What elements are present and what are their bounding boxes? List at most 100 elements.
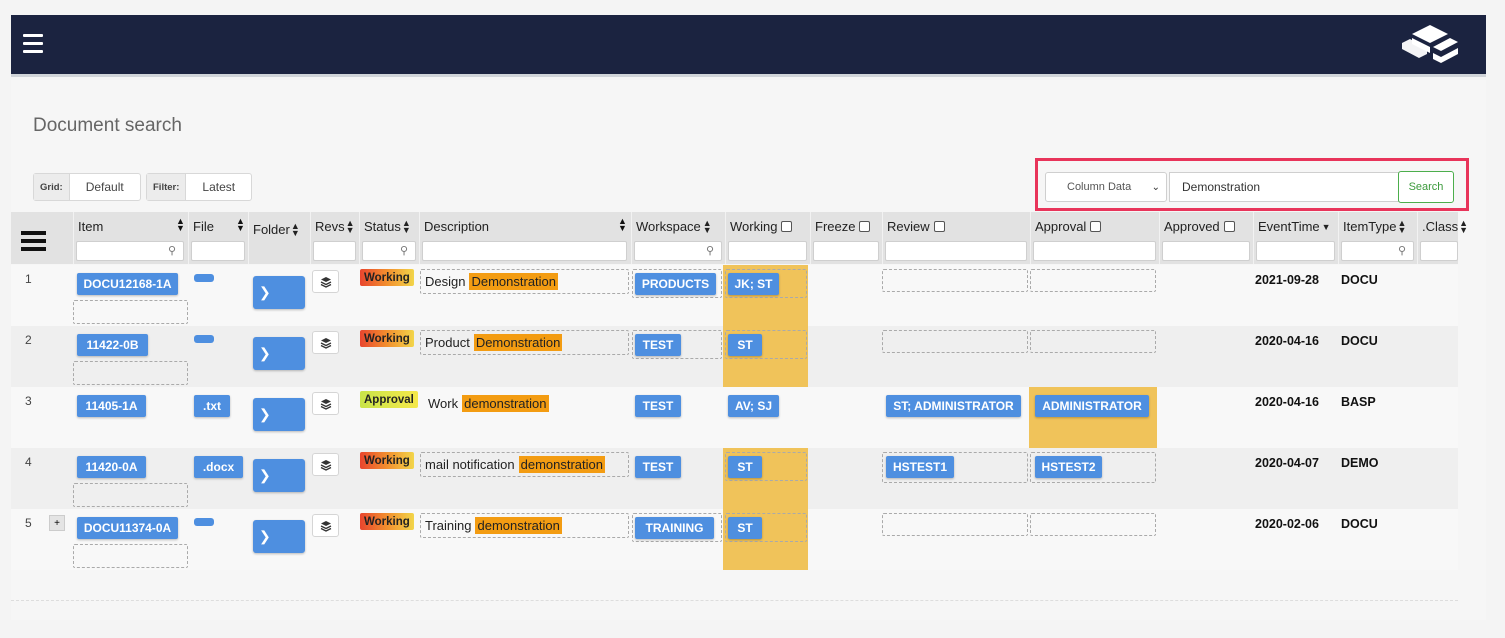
working-checkbox[interactable] — [781, 221, 793, 232]
column-approved[interactable]: Approved — [1159, 212, 1252, 264]
column-item[interactable]: Item ▲ ▼ ⚲ — [73, 212, 187, 264]
working-button[interactable]: AV; SJ — [728, 395, 779, 417]
revs-filter-input[interactable] — [313, 241, 356, 261]
approval-cell[interactable] — [1030, 513, 1156, 536]
workspace-button[interactable]: TEST — [635, 334, 681, 356]
expand-row-button[interactable]: + — [49, 515, 65, 531]
column-approval[interactable]: Approval — [1030, 212, 1158, 264]
eventtime-filter-input[interactable] — [1256, 241, 1335, 261]
approval-cell[interactable] — [1030, 269, 1156, 292]
sort-icon[interactable]: ▲ ▼ — [402, 218, 411, 234]
file-filter-input[interactable] — [191, 241, 245, 261]
revisions-button[interactable] — [312, 453, 339, 476]
item-button[interactable]: DOCU12168-1A — [77, 273, 178, 295]
table-row[interactable]: 2 11422-0B ❯ Working Product Demonstratio… — [11, 326, 1458, 387]
approval-button[interactable]: ADMINISTRATOR — [1035, 395, 1149, 417]
column-select[interactable]: Column Data ⌄ — [1045, 172, 1167, 202]
column-status[interactable]: Status ▲ ▼ ⚲ — [359, 212, 418, 264]
item-button[interactable]: 11420-0A — [77, 456, 146, 478]
folder-button[interactable]: ❯ — [253, 337, 305, 370]
sort-icon[interactable]: ▲ ▼ — [236, 217, 245, 233]
approved-filter-input[interactable] — [1162, 241, 1250, 261]
item-note-field[interactable] — [73, 361, 188, 385]
workspace-button[interactable]: PRODUCTS — [635, 273, 716, 295]
freeze-checkbox[interactable] — [859, 221, 871, 232]
revisions-button[interactable] — [312, 392, 339, 415]
item-button[interactable]: 11422-0B — [77, 334, 148, 356]
folder-button[interactable]: ❯ — [253, 398, 305, 431]
file-button[interactable] — [194, 274, 214, 282]
working-filter-input[interactable] — [728, 241, 807, 261]
workspace-filter-input[interactable]: ⚲ — [634, 241, 722, 261]
item-button[interactable]: DOCU11374-0A — [77, 517, 178, 539]
filter-selector[interactable]: Filter: Latest — [146, 173, 253, 201]
column-working[interactable]: Working — [725, 212, 809, 264]
filter-value[interactable]: Latest — [186, 174, 251, 200]
column-folder[interactable]: Folder ▲ ▼ — [248, 212, 309, 264]
working-button[interactable]: JK; ST — [728, 273, 779, 295]
review-cell[interactable] — [882, 330, 1028, 353]
revisions-button[interactable] — [312, 331, 339, 354]
table-row[interactable]: 3 11405-1A .txt ❯ Approval Work demonstra… — [11, 387, 1458, 448]
workspace-button[interactable]: TEST — [635, 395, 681, 417]
column-workspace[interactable]: Workspace ▲ ▼ ⚲ — [631, 212, 724, 264]
folder-button[interactable]: ❯ — [253, 276, 305, 309]
folder-button[interactable]: ❯ — [253, 520, 305, 553]
column-description[interactable]: Description ▲ ▼ — [419, 212, 630, 264]
workspace-button[interactable]: TEST — [635, 456, 681, 478]
approval-button[interactable]: HSTEST2 — [1035, 456, 1102, 478]
search-button[interactable]: Search — [1398, 171, 1454, 203]
column-freeze[interactable]: Freeze — [810, 212, 881, 264]
sort-desc-icon[interactable]: ▼ — [1322, 222, 1331, 232]
file-button[interactable]: .txt — [194, 395, 230, 417]
freeze-filter-input[interactable] — [813, 241, 879, 261]
column-eventtime[interactable]: EventTime ▼ — [1253, 212, 1337, 264]
review-cell[interactable] — [882, 269, 1028, 292]
file-button[interactable] — [194, 335, 214, 343]
sort-icon[interactable]: ▲ ▼ — [703, 218, 712, 234]
file-button[interactable] — [194, 518, 214, 526]
sort-icon[interactable]: ▲ ▼ — [291, 221, 300, 237]
item-note-field[interactable] — [73, 300, 188, 324]
cube-logo-icon[interactable] — [1400, 23, 1460, 70]
approved-checkbox[interactable] — [1223, 221, 1235, 232]
column-itemtype[interactable]: ItemType ▲ ▼ ⚲ — [1338, 212, 1416, 264]
approval-filter-input[interactable] — [1033, 241, 1156, 261]
folder-button[interactable]: ❯ — [253, 459, 305, 492]
review-cell[interactable] — [882, 513, 1028, 536]
status-filter-input[interactable]: ⚲ — [362, 241, 416, 261]
grid-selector[interactable]: Grid: Default — [33, 173, 141, 201]
sort-icon[interactable]: ▲ ▼ — [1397, 218, 1406, 234]
sort-icon[interactable]: ▲ ▼ — [1459, 218, 1468, 234]
item-note-field[interactable] — [73, 544, 188, 568]
search-input[interactable]: Demonstration — [1169, 172, 1399, 202]
grid-value[interactable]: Default — [70, 174, 140, 200]
approval-checkbox[interactable] — [1090, 221, 1102, 232]
description-filter-input[interactable] — [422, 241, 627, 261]
item-note-field[interactable] — [73, 483, 188, 507]
table-row[interactable]: 1 DOCU12168-1A ❯ Working Design Demonstra… — [11, 265, 1458, 326]
review-filter-input[interactable] — [885, 241, 1027, 261]
working-button[interactable]: ST — [728, 517, 762, 539]
item-filter-input[interactable]: ⚲ — [76, 241, 184, 261]
working-button[interactable]: ST — [728, 456, 762, 478]
itemtype-filter-input[interactable]: ⚲ — [1341, 241, 1414, 261]
column-menu-icon[interactable] — [21, 231, 46, 251]
revisions-button[interactable] — [312, 270, 339, 293]
working-button[interactable]: ST — [728, 334, 762, 356]
review-button[interactable]: ST; ADMINISTRATOR — [886, 395, 1021, 417]
sort-icon[interactable]: ▲ ▼ — [176, 217, 185, 233]
column-revs[interactable]: Revs ▲ ▼ — [310, 212, 358, 264]
column-class[interactable]: .Class ▲ ▼ — [1417, 212, 1468, 264]
class-filter-input[interactable] — [1420, 241, 1458, 261]
review-checkbox[interactable] — [933, 221, 945, 232]
approval-cell[interactable] — [1030, 330, 1156, 353]
file-button[interactable]: .docx — [194, 456, 243, 478]
review-button[interactable]: HSTEST1 — [886, 456, 954, 478]
column-file[interactable]: File ▲ ▼ — [188, 212, 247, 264]
sort-icon[interactable]: ▲ ▼ — [346, 218, 355, 234]
revisions-button[interactable] — [312, 514, 339, 537]
workspace-button[interactable]: TRAINING — [635, 517, 714, 539]
hamburger-icon[interactable] — [23, 34, 43, 53]
column-review[interactable]: Review — [882, 212, 1029, 264]
